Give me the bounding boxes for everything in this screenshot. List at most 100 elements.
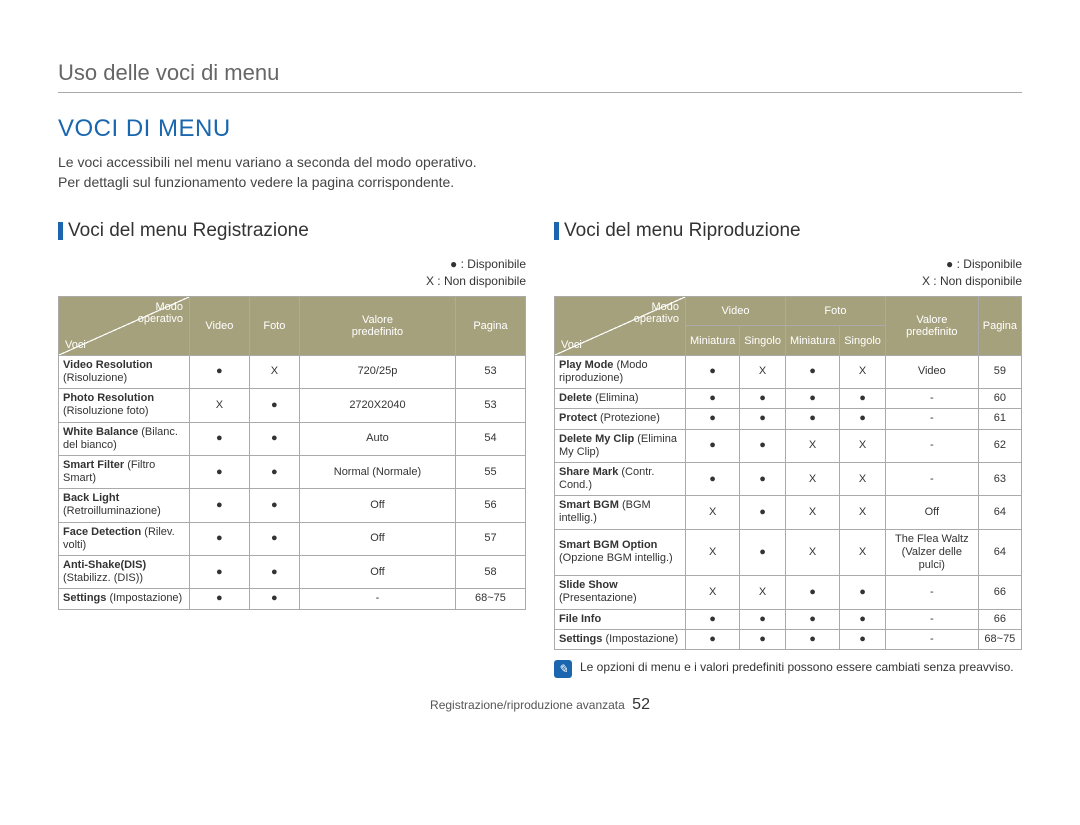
cell: X — [686, 576, 740, 609]
cell: ● — [249, 389, 299, 422]
cell: ● — [840, 629, 886, 649]
table-row: Face Detection (Rilev. volti)●●Off57 — [59, 522, 526, 555]
cell: - — [885, 409, 978, 429]
cell: 56 — [455, 489, 525, 522]
cell: - — [885, 576, 978, 609]
row-label: Protect (Protezione) — [555, 409, 686, 429]
cell: Off — [299, 522, 455, 555]
cell: 61 — [978, 409, 1021, 429]
cell: X — [740, 576, 786, 609]
legend-available: ● : Disponibile — [450, 257, 526, 271]
legend-unavailable: X : Non disponibile — [426, 274, 526, 288]
row-label: White Balance (Bilanc. del bianco) — [59, 422, 190, 455]
table-row: Smart BGM Option (Opzione BGM intellig.)… — [555, 529, 1022, 576]
row-label: Photo Resolution (Risoluzione foto) — [59, 389, 190, 422]
cell: - — [885, 429, 978, 462]
cell: ● — [686, 355, 740, 388]
cell: ● — [190, 422, 250, 455]
note-row: ✎ Le opzioni di menu e i valori predefin… — [554, 660, 1022, 678]
cell: ● — [686, 409, 740, 429]
sub-miniatura-foto: Miniatura — [785, 326, 839, 356]
row-label: Face Detection (Rilev. volti) — [59, 522, 190, 555]
cell: ● — [785, 355, 839, 388]
cell: ● — [249, 589, 299, 609]
cell: ● — [785, 576, 839, 609]
col-video: Video — [190, 296, 250, 355]
recording-menu-column: Voci del menu Registrazione ● : Disponib… — [58, 220, 526, 678]
table-row: Play Mode (Modo riproduzione)●X●XVideo59 — [555, 355, 1022, 388]
cell: Video — [885, 355, 978, 388]
row-label: Delete My Clip (Elimina My Clip) — [555, 429, 686, 462]
cell: ● — [249, 455, 299, 488]
cell: 64 — [978, 529, 1021, 576]
table-row: Delete My Clip (Elimina My Clip)●●XX-62 — [555, 429, 1022, 462]
cell: ● — [249, 489, 299, 522]
cell: ● — [785, 629, 839, 649]
row-label: File Info — [555, 609, 686, 629]
intro-line-2: Per dettagli sul funzionamento vedere la… — [58, 174, 454, 190]
breadcrumb: Uso delle voci di menu — [58, 60, 1022, 93]
cell: X — [249, 355, 299, 388]
corner-bottom-label: Voci — [65, 339, 86, 351]
recording-menu-title: Voci del menu Registrazione — [58, 220, 526, 242]
cell: ● — [249, 422, 299, 455]
cell: X — [686, 529, 740, 576]
cell: X — [840, 429, 886, 462]
cell: 57 — [455, 522, 525, 555]
table-row: Anti-Shake(DIS) (Stabilizz. (DIS))●●Off5… — [59, 556, 526, 589]
page-footer: Registrazione/riproduzione avanzata 52 — [58, 696, 1022, 714]
cell: Normal (Normale) — [299, 455, 455, 488]
group-foto: Foto — [785, 296, 885, 326]
table-row: Delete (Elimina)●●●●-60 — [555, 389, 1022, 409]
cell: ● — [190, 589, 250, 609]
cell: 58 — [455, 556, 525, 589]
cell: ● — [249, 522, 299, 555]
cell: 66 — [978, 576, 1021, 609]
playback-menu-table: Modo operativo Voci Video Foto Valore pr… — [554, 296, 1022, 650]
table-row: Smart BGM (BGM intellig.)X●XXOff64 — [555, 496, 1022, 529]
cell: ● — [840, 609, 886, 629]
row-label: Delete (Elimina) — [555, 389, 686, 409]
cell: ● — [840, 576, 886, 609]
cell: ● — [686, 429, 740, 462]
row-label: Anti-Shake(DIS) (Stabilizz. (DIS)) — [59, 556, 190, 589]
table-row: Settings (Impostazione)●●●●-68~75 — [555, 629, 1022, 649]
cell: X — [740, 355, 786, 388]
playback-menu-column: Voci del menu Riproduzione ● : Disponibi… — [554, 220, 1022, 678]
cell: 68~75 — [455, 589, 525, 609]
cell: 64 — [978, 496, 1021, 529]
table-row: File Info●●●●-66 — [555, 609, 1022, 629]
cell: X — [840, 462, 886, 495]
cell: 62 — [978, 429, 1021, 462]
cell: Off — [299, 489, 455, 522]
table-row: White Balance (Bilanc. del bianco)●●Auto… — [59, 422, 526, 455]
table-row: Share Mark (Contr. Cond.)●●XX-63 — [555, 462, 1022, 495]
cell: ● — [840, 389, 886, 409]
cell: 59 — [978, 355, 1021, 388]
table-row: Smart Filter (Filtro Smart)●●Normal (Nor… — [59, 455, 526, 488]
table-row: Settings (Impostazione)●●-68~75 — [59, 589, 526, 609]
table-row: Slide Show (Presentazione)XX●●-66 — [555, 576, 1022, 609]
footer-text: Registrazione/riproduzione avanzata — [430, 698, 625, 712]
corner-bottom-label: Voci — [561, 339, 582, 351]
cell: ● — [740, 529, 786, 576]
cell: Off — [299, 556, 455, 589]
sub-singolo-video: Singolo — [740, 326, 786, 356]
legend-left: ● : Disponibile X : Non disponibile — [58, 256, 526, 290]
table-row: Protect (Protezione)●●●●-61 — [555, 409, 1022, 429]
row-label: Smart BGM Option (Opzione BGM intellig.) — [555, 529, 686, 576]
sub-miniatura-video: Miniatura — [686, 326, 740, 356]
cell: 63 — [978, 462, 1021, 495]
corner-top-label: Modo operativo — [138, 301, 183, 326]
cell: ● — [740, 609, 786, 629]
col-page: Pagina — [455, 296, 525, 355]
cell: ● — [840, 409, 886, 429]
table-row: Back Light (Retroilluminazione)●●Off56 — [59, 489, 526, 522]
col-default: Valore predefinito — [299, 296, 455, 355]
cell: ● — [740, 429, 786, 462]
cell: ● — [686, 629, 740, 649]
cell: ● — [785, 389, 839, 409]
row-label: Smart Filter (Filtro Smart) — [59, 455, 190, 488]
cell: 53 — [455, 355, 525, 388]
row-label: Play Mode (Modo riproduzione) — [555, 355, 686, 388]
